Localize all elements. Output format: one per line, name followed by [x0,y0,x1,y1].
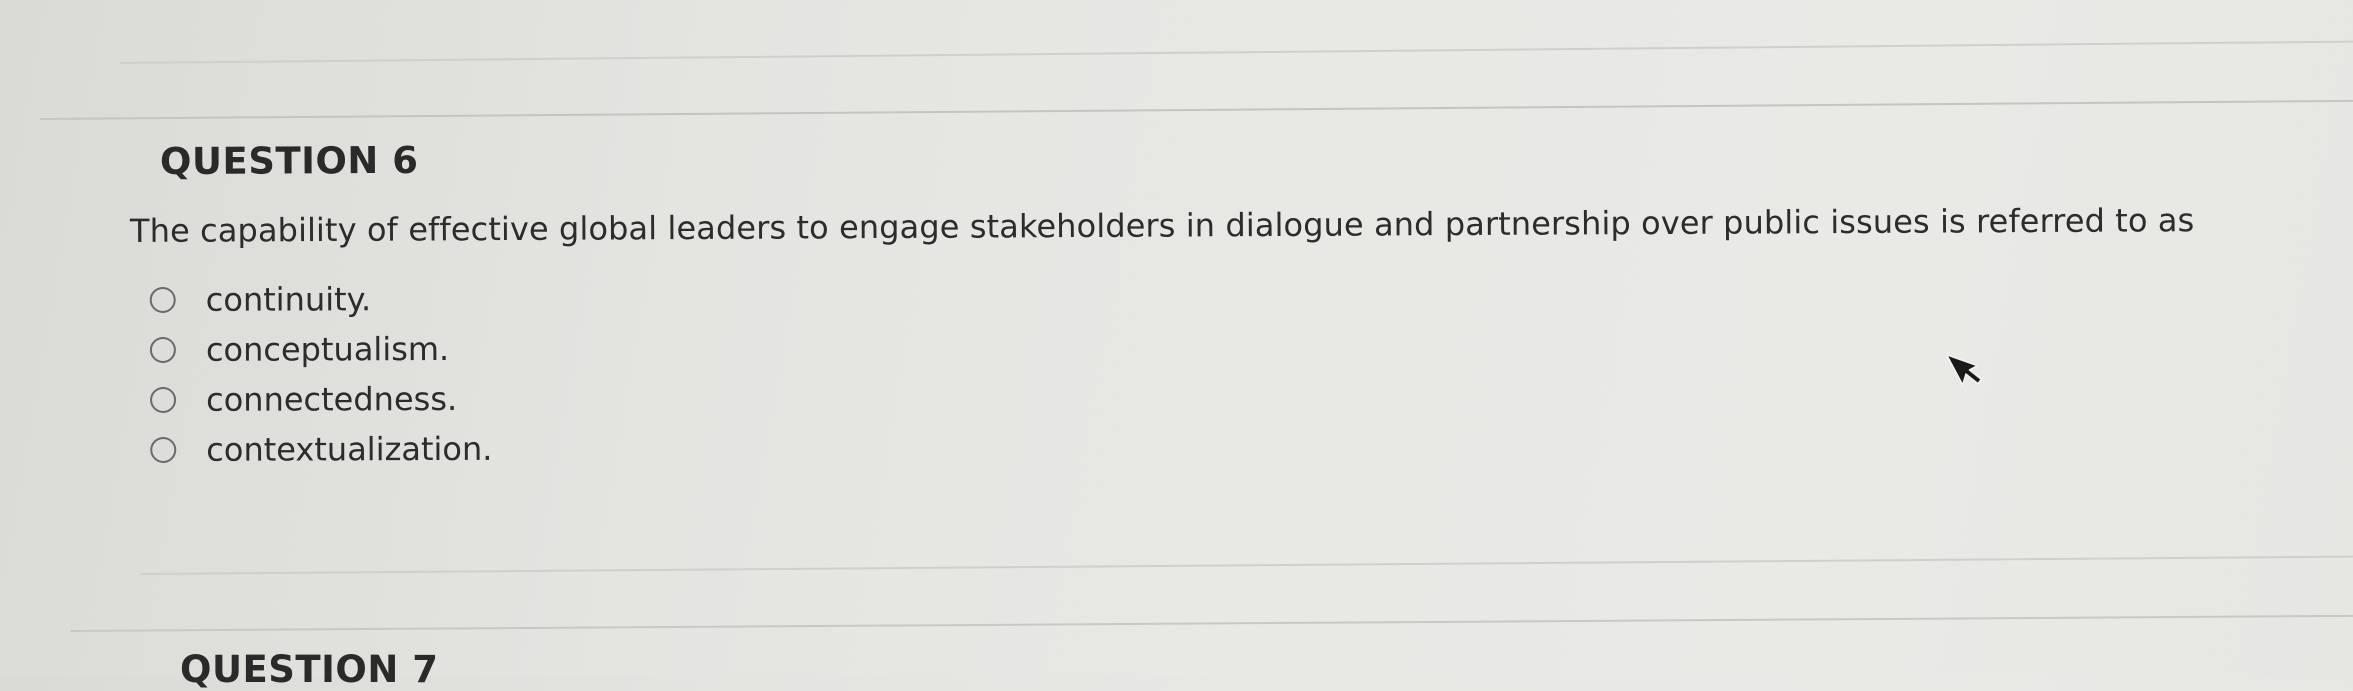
answer-option-label: conceptualism. [205,329,450,369]
answer-options: continuity. conceptualism. connectedness… [149,274,493,475]
question-heading: QUESTION 6 [159,138,419,183]
answer-option-label: contextualization. [206,429,493,469]
radio-button-icon[interactable] [149,336,176,364]
mouse-pointer-icon [1945,354,1983,386]
answer-option-continuity[interactable]: continuity. [149,274,492,325]
answer-option-label: continuity. [205,280,372,319]
answer-option-conceptualism[interactable]: conceptualism. [149,324,492,375]
answer-option-label: connectedness. [206,379,458,419]
top-divider [119,40,2353,64]
radio-button-icon[interactable] [150,386,177,413]
question-bottom-divider [139,555,2353,575]
radio-button-icon[interactable] [149,286,176,314]
radio-button-icon[interactable] [150,436,177,463]
next-question-heading: QUESTION 7 [180,648,439,691]
answer-option-contextualization[interactable]: contextualization. [150,424,492,475]
question-text: The capability of effective global leade… [129,201,2195,250]
next-question-divider [69,614,2353,632]
answer-option-connectedness[interactable]: connectedness. [150,374,492,425]
question-top-divider [39,99,2353,120]
